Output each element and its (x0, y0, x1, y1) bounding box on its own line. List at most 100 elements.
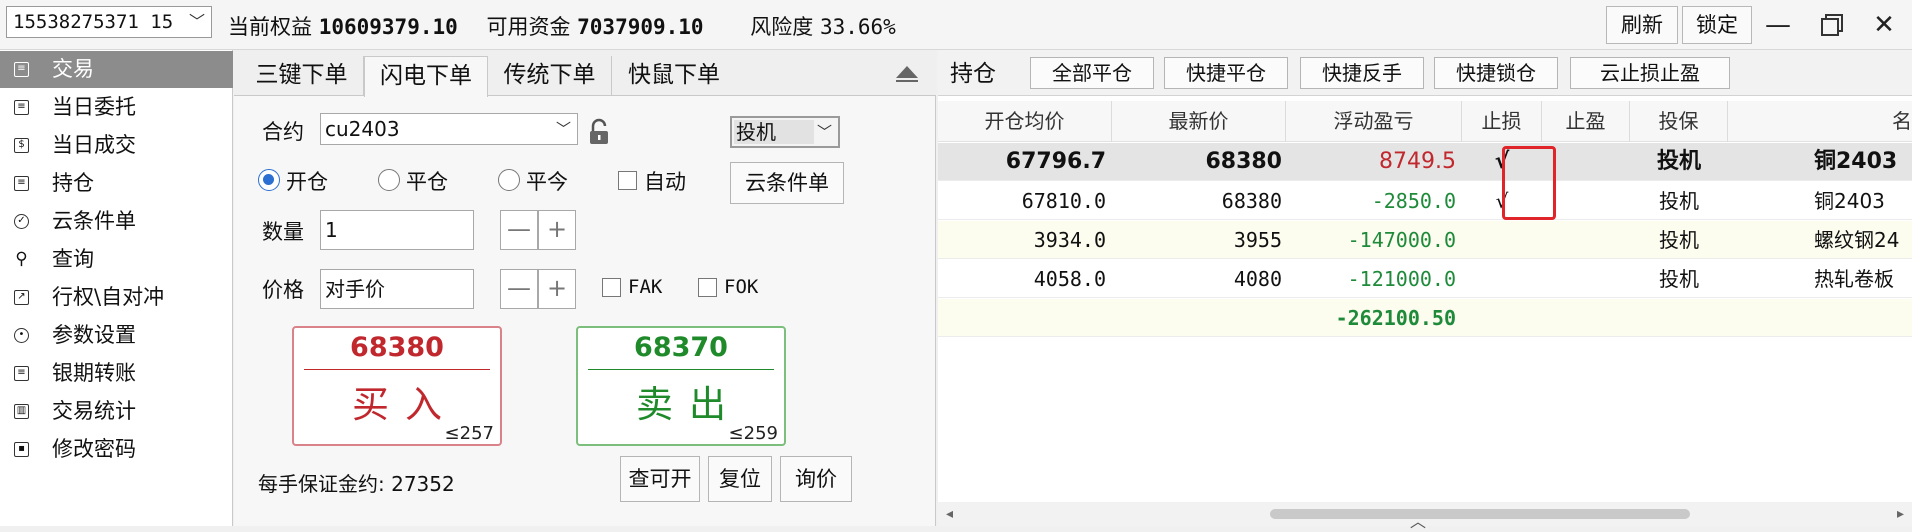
account-value: 15538275371 15 (13, 11, 174, 33)
cell-name: 螺纹钢24 (1814, 228, 1900, 252)
tab-classic-order[interactable]: 传统下单 (488, 56, 612, 96)
sell-price: 68370 (634, 332, 728, 363)
quick-reverse-button[interactable]: 快捷反手 (1300, 57, 1424, 89)
sidebar-item-label: 交易 (52, 57, 94, 81)
fak-checkbox[interactable] (602, 278, 621, 297)
cloud-stop-button[interactable]: 云止损止盈 (1570, 57, 1730, 89)
cell-avg-price: 67810.0 (1021, 189, 1106, 213)
chevron-down-icon: ﹀ (555, 120, 571, 138)
sidebar-item-label: 修改密码 (52, 437, 136, 461)
radio-close-today-label: 平今 (526, 170, 568, 194)
transfer-icon: ≡ (14, 366, 29, 381)
buy-button[interactable]: 68380 买入 ≤257 (292, 326, 502, 446)
sidebar-item-transfer[interactable]: ≡ 银期转账 (0, 355, 233, 392)
cell-floating-pnl: -121000.0 (1347, 267, 1456, 291)
hedge-select[interactable]: 投机 ﹀ (730, 116, 840, 148)
qty-plus-button[interactable]: + (538, 210, 576, 250)
sidebar-item-password[interactable]: ▪ 修改密码 (0, 431, 233, 468)
tab-quick-mouse-order[interactable]: 快鼠下单 (612, 56, 736, 96)
risk-value: 33.66% (819, 15, 896, 39)
cloud-order-button[interactable]: 云条件单 (730, 162, 844, 204)
settings-icon: • (14, 328, 29, 343)
lock-icon[interactable] (588, 118, 610, 146)
cell-hedge: 投机 (1659, 228, 1699, 252)
fok-checkbox[interactable] (698, 278, 717, 297)
chevron-up-icon[interactable]: ︿ (1410, 508, 1426, 532)
col-last-price[interactable]: 最新价 (1112, 101, 1286, 142)
sidebar-item-label: 当日委托 (52, 95, 136, 119)
sidebar-item-orders[interactable]: ≡ 当日委托 (0, 89, 233, 126)
sidebar-item-label: 行权\自对冲 (52, 285, 165, 309)
fak-label: FAK (628, 276, 663, 298)
qty-value: 1 (325, 218, 338, 242)
cell-avg-price: 4058.0 (1033, 267, 1106, 291)
col-hedge[interactable]: 投保 (1630, 101, 1728, 142)
table-row[interactable]: 4058.0 4080 -121000.0 投机 热轧卷板 (938, 260, 1912, 298)
table-row[interactable]: 3934.0 3955 -147000.0 投机 螺纹钢24 (938, 221, 1912, 259)
contract-select[interactable]: cu2403 ﹀ (320, 113, 578, 145)
col-name[interactable]: 名 (1728, 101, 1912, 142)
collapse-icon[interactable] (896, 66, 918, 82)
col-stop-loss[interactable]: 止损 (1462, 101, 1542, 142)
quick-close-button[interactable]: 快捷平仓 (1164, 57, 1288, 89)
sidebar-item-stats[interactable]: ▥ 交易统计 (0, 393, 233, 430)
sidebar-item-exercise[interactable]: ↗ 行权\自对冲 (0, 279, 233, 316)
close-icon[interactable]: ✕ (1866, 8, 1902, 42)
restore-icon[interactable] (1814, 8, 1850, 42)
sidebar: ≡ 交易 ≡ 当日委托 $ 当日成交 ≡ 持仓 ✓ 云条件单 ⚲ 查询 ↗ 行权… (0, 50, 233, 526)
cell-avg-price: 67796.7 (1005, 149, 1106, 174)
cell-stop-loss (1462, 221, 1542, 259)
positions-table-header: 开仓均价 最新价 浮动盈亏 止损 止盈 投保 名 (938, 101, 1912, 142)
tab-flash-order[interactable]: 闪电下单 (364, 56, 488, 97)
sidebar-item-fills[interactable]: $ 当日成交 (0, 127, 233, 164)
quick-lock-button[interactable]: 快捷锁仓 (1434, 57, 1558, 89)
sidebar-item-trade[interactable]: ≡ 交易 (0, 51, 233, 88)
sidebar-item-positions[interactable]: ≡ 持仓 (0, 165, 233, 202)
buy-divider (304, 369, 490, 370)
scrollbar-thumb[interactable] (1270, 509, 1690, 519)
scroll-right-icon[interactable]: ▸ (1897, 506, 1904, 522)
radio-open-label: 开仓 (286, 170, 328, 194)
price-value: 对手价 (325, 277, 385, 301)
close-all-button[interactable]: 全部平仓 (1030, 57, 1154, 89)
col-avg-price[interactable]: 开仓均价 (938, 101, 1112, 142)
minimize-icon[interactable]: — (1760, 8, 1796, 42)
stop-loss-highlight-box (1502, 146, 1556, 220)
radio-open[interactable] (258, 169, 280, 191)
buy-label: 买入 (352, 383, 458, 426)
refresh-button[interactable]: 刷新 (1606, 6, 1678, 44)
fills-icon: $ (14, 138, 29, 153)
scroll-left-icon[interactable]: ◂ (946, 506, 953, 522)
qty-input[interactable]: 1 (320, 210, 474, 250)
total-row: -262100.50 (938, 299, 1912, 337)
table-row[interactable]: 67810.0 68380 -2850.0 √ 投机 铜2403 (938, 182, 1912, 220)
reset-button[interactable]: 复位 (708, 456, 772, 502)
auto-checkbox[interactable] (618, 171, 637, 190)
radio-close-today[interactable] (498, 169, 520, 191)
sidebar-item-label: 云条件单 (52, 209, 136, 233)
sidebar-item-label: 持仓 (52, 171, 94, 195)
lock-button[interactable]: 锁定 (1682, 6, 1752, 44)
table-row[interactable]: 67796.7 68380 8749.5 √ 投机 铜2403 (938, 143, 1912, 181)
cell-last-price: 68380 (1221, 189, 1282, 213)
quote-request-button[interactable]: 询价 (780, 456, 852, 502)
sidebar-item-query[interactable]: ⚲ 查询 (0, 241, 233, 278)
cell-take-profit (1542, 260, 1630, 298)
cloud-check-icon: ✓ (14, 214, 29, 229)
price-plus-button[interactable]: + (538, 269, 576, 309)
col-take-profit[interactable]: 止盈 (1542, 101, 1630, 142)
price-input[interactable]: 对手价 (320, 269, 474, 309)
account-select[interactable]: 15538275371 15 ﹀ (6, 6, 212, 38)
price-minus-button[interactable]: — (500, 269, 538, 309)
radio-close[interactable] (378, 169, 400, 191)
tab-three-key-order[interactable]: 三键下单 (240, 56, 364, 96)
sidebar-item-settings[interactable]: • 参数设置 (0, 317, 233, 354)
sidebar-item-cloud-order[interactable]: ✓ 云条件单 (0, 203, 233, 240)
check-openable-button[interactable]: 查可开 (620, 456, 700, 502)
col-floating-pnl[interactable]: 浮动盈亏 (1286, 101, 1462, 142)
search-icon: ⚲ (15, 249, 28, 269)
qty-minus-button[interactable]: — (500, 210, 538, 250)
radio-close-label: 平仓 (406, 170, 448, 194)
total-floating-pnl: -262100.50 (1335, 306, 1456, 330)
sell-button[interactable]: 68370 卖出 ≤259 (576, 326, 786, 446)
